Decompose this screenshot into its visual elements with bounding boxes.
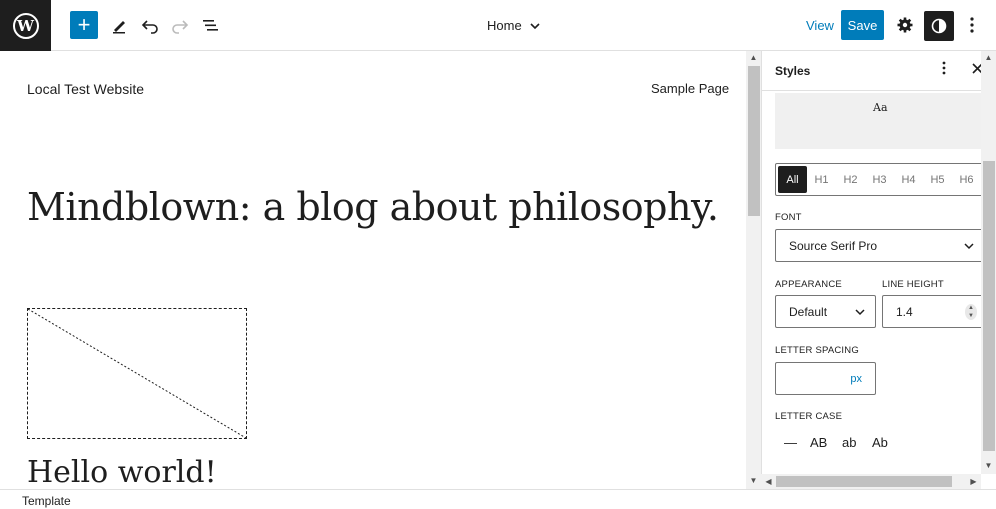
pencil-icon (113, 21, 125, 34)
undo-button[interactable] (136, 11, 164, 39)
chevron-down-icon (530, 22, 540, 29)
chevron-down-icon (855, 309, 865, 316)
element-tabs: All H1 H2 H3 H4 H5 H6 (775, 163, 985, 196)
line-height-value: 1.4 (896, 304, 913, 319)
sidebar-options-button[interactable] (942, 61, 946, 80)
post-title[interactable]: Hello world! (27, 455, 217, 489)
save-button[interactable]: Save (841, 10, 884, 40)
settings-button[interactable] (891, 11, 919, 39)
more-vertical-icon (970, 17, 974, 33)
letter-case-label: LETTER CASE (775, 411, 843, 422)
wordpress-logo-icon: W (12, 12, 39, 39)
font-label: FONT (775, 212, 802, 223)
tab-h6[interactable]: H6 (952, 166, 981, 193)
sidebar-title: Styles (775, 64, 811, 78)
sidebar-header: Styles (762, 51, 996, 91)
font-family-value: Source Serif Pro (789, 238, 878, 253)
redo-button[interactable] (166, 11, 194, 39)
site-tagline[interactable]: Mindblown: a blog about philosophy. (27, 185, 719, 229)
scroll-down-arrow-icon[interactable]: ▼ (981, 461, 996, 470)
sidebar-scrollbar-thumb[interactable] (983, 161, 995, 451)
scroll-up-arrow-icon[interactable]: ▲ (981, 53, 996, 62)
nav-link-sample-page[interactable]: Sample Page (651, 81, 729, 96)
tab-all[interactable]: All (778, 166, 807, 193)
options-button[interactable] (958, 11, 986, 39)
scroll-up-arrow-icon[interactable]: ▲ (746, 53, 761, 62)
letter-case-capitalize-button[interactable]: Ab (872, 435, 888, 450)
typography-preview: Aa (775, 93, 985, 149)
line-height-input[interactable]: 1.4 ▲ ▼ (882, 295, 985, 328)
letter-spacing-unit[interactable]: px (850, 373, 862, 385)
tools-button[interactable] (105, 11, 133, 39)
chevron-down-icon (964, 243, 974, 250)
undo-icon (141, 20, 158, 34)
list-view-button[interactable] (196, 11, 224, 39)
document-title: Home (487, 18, 522, 33)
letter-case-lowercase-button[interactable]: ab (842, 435, 856, 450)
more-vertical-icon (942, 61, 946, 75)
scroll-right-arrow-icon[interactable]: ▶ (966, 477, 981, 486)
featured-image-placeholder[interactable] (27, 308, 247, 439)
appearance-label: APPEARANCE (775, 279, 842, 290)
horizontal-scrollbar-thumb[interactable] (776, 476, 952, 487)
list-view-icon (203, 20, 218, 31)
add-block-button[interactable]: + (70, 11, 98, 39)
tab-h5[interactable]: H5 (923, 166, 952, 193)
letter-spacing-label: LETTER SPACING (775, 345, 859, 356)
canvas-scrollbar[interactable]: ▲ ▼ (746, 51, 761, 489)
scroll-down-arrow-icon[interactable]: ▼ (746, 476, 761, 485)
view-button[interactable]: View (806, 18, 834, 33)
wordpress-logo-button[interactable]: W (0, 0, 51, 51)
document-title-dropdown[interactable]: Home (487, 18, 540, 33)
redo-icon (172, 20, 189, 34)
line-height-label: LINE HEIGHT (882, 279, 944, 290)
site-title[interactable]: Local Test Website (27, 81, 144, 97)
styles-sidebar: Styles Aa All H1 H2 H3 H4 H5 H6 FONT Sou… (761, 51, 996, 489)
editor-canvas[interactable]: Local Test Website Sample Page Mindblown… (0, 51, 746, 489)
footer-breadcrumb-bar: Template (0, 489, 996, 509)
tab-h1[interactable]: H1 (807, 166, 836, 193)
spin-stepper-icon[interactable]: ▲ ▼ (965, 304, 977, 320)
sidebar-scrollbar[interactable]: ▲ ▼ (981, 51, 996, 474)
contrast-icon (931, 18, 947, 34)
tab-h3[interactable]: H3 (865, 166, 894, 193)
styles-button[interactable] (924, 11, 954, 41)
letter-case-uppercase-button[interactable]: AB (810, 435, 827, 450)
font-family-select[interactable]: Source Serif Pro (775, 229, 985, 262)
scroll-left-arrow-icon[interactable]: ◀ (761, 477, 776, 486)
letter-case-none-button[interactable]: — (784, 435, 797, 450)
tab-h4[interactable]: H4 (894, 166, 923, 193)
preview-text: Aa (873, 101, 888, 114)
canvas-scrollbar-thumb[interactable] (748, 66, 760, 216)
sidebar-horizontal-scrollbar[interactable]: ◀ ▶ (761, 474, 981, 489)
placeholder-diagonal (28, 309, 246, 438)
tab-h2[interactable]: H2 (836, 166, 865, 193)
top-toolbar: W + Home View Save (0, 0, 996, 51)
appearance-value: Default (789, 304, 828, 319)
letter-spacing-input[interactable]: px (775, 362, 876, 395)
breadcrumb-template[interactable]: Template (22, 494, 71, 508)
appearance-select[interactable]: Default (775, 295, 876, 328)
plus-icon: + (77, 12, 91, 37)
gear-icon (897, 17, 913, 33)
